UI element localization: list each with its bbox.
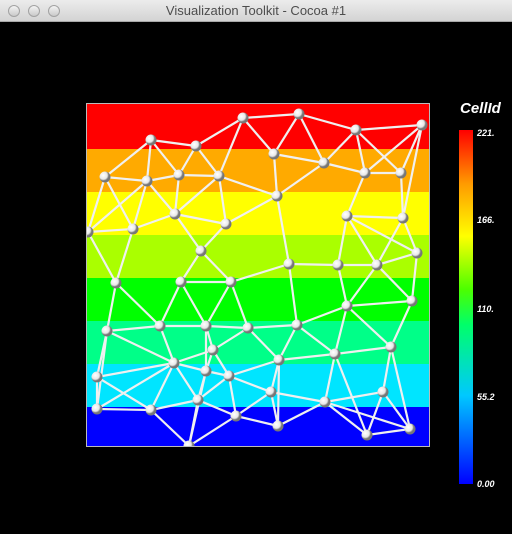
mesh-node xyxy=(341,210,353,222)
render-plot[interactable] xyxy=(86,103,430,447)
window-titlebar: Visualization Toolkit - Cocoa #1 xyxy=(0,0,512,22)
mesh-node xyxy=(332,259,344,271)
mesh-node xyxy=(101,325,113,337)
mesh-node xyxy=(411,247,423,259)
mesh-node xyxy=(242,322,254,334)
mesh-node xyxy=(223,370,235,382)
mesh-node xyxy=(361,429,373,441)
mesh-node xyxy=(395,167,407,179)
mesh-node xyxy=(265,386,277,398)
scalar-bar-label-high: 166. xyxy=(477,215,495,225)
mesh-node xyxy=(225,276,237,288)
mesh-node xyxy=(272,420,284,432)
mesh-node xyxy=(91,403,103,415)
mesh-node xyxy=(207,344,219,356)
color-band xyxy=(87,104,429,149)
mesh-node xyxy=(385,341,397,353)
mesh-node xyxy=(169,208,181,220)
mesh-node xyxy=(192,394,204,406)
scalar-bar-label-mid: 110. xyxy=(477,304,494,314)
mesh-node xyxy=(154,320,166,332)
mesh-node xyxy=(173,169,185,181)
mesh-node xyxy=(318,157,330,169)
mesh-node xyxy=(145,134,157,146)
window-title: Visualization Toolkit - Cocoa #1 xyxy=(165,3,347,18)
mesh-node xyxy=(291,319,303,331)
scalar-bar xyxy=(459,130,473,484)
mesh-node xyxy=(99,171,111,183)
mesh-node xyxy=(195,245,207,257)
mesh-node xyxy=(371,259,383,271)
mesh-node xyxy=(145,404,157,416)
mesh-node xyxy=(271,190,283,202)
mesh-node xyxy=(268,148,280,160)
mesh-node xyxy=(141,175,153,187)
mesh-node xyxy=(404,423,416,435)
mesh-node xyxy=(341,300,353,312)
mesh-node xyxy=(168,357,180,369)
mesh-node xyxy=(273,354,285,366)
scalar-bar-title: CellId xyxy=(460,100,501,117)
mesh-node xyxy=(237,112,249,124)
mesh-edge xyxy=(288,262,339,267)
mesh-edge xyxy=(276,359,281,427)
mesh-node xyxy=(175,276,187,288)
mesh-node xyxy=(91,371,103,383)
mesh-node xyxy=(359,167,371,179)
mesh-node xyxy=(220,218,232,230)
mesh-node xyxy=(230,410,242,422)
mesh-node xyxy=(190,140,202,152)
mesh-node xyxy=(200,365,212,377)
mesh-node xyxy=(213,170,225,182)
scalar-bar-label-max: 221. xyxy=(477,128,495,138)
color-band xyxy=(87,317,429,364)
color-band xyxy=(87,231,429,278)
mesh-node xyxy=(319,396,331,408)
scalar-bar-label-low: 55.2 xyxy=(477,392,495,402)
mesh-node xyxy=(110,277,122,289)
scalar-bar-label-min: 0.00 xyxy=(477,479,495,489)
mesh-node xyxy=(377,386,389,398)
mesh-visualization xyxy=(87,104,429,446)
mesh-node xyxy=(406,295,418,307)
mesh-node xyxy=(329,348,341,360)
color-band xyxy=(87,274,429,321)
mesh-edge xyxy=(178,173,220,178)
mesh-node xyxy=(127,223,139,235)
mesh-node xyxy=(200,320,212,332)
mesh-node xyxy=(283,258,295,270)
mesh-node xyxy=(416,119,428,131)
mesh-node xyxy=(397,212,409,224)
mesh-node xyxy=(350,124,362,136)
mesh-edge xyxy=(96,407,152,412)
mesh-node xyxy=(293,108,305,120)
